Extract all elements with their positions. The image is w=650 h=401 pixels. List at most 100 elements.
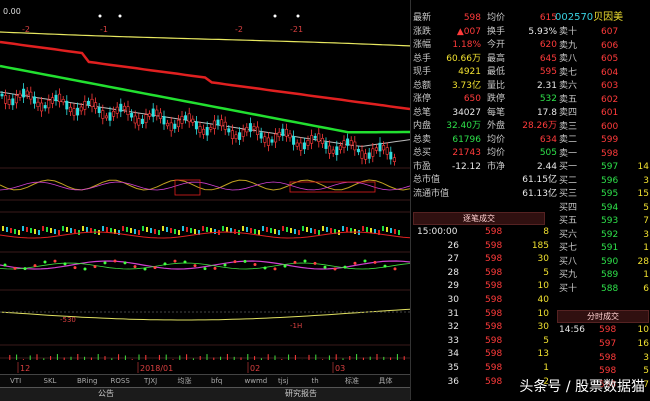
- bid-level[interactable]: 买二 596 3: [559, 175, 650, 187]
- bid-level[interactable]: 买三 595 15: [559, 188, 650, 200]
- candle-body: [220, 119, 224, 127]
- bid-level[interactable]: 买五 593 7: [559, 215, 650, 227]
- candle-body: [317, 133, 321, 142]
- indicator-bar: [154, 229, 156, 234]
- candle-body: [50, 97, 54, 104]
- ask-level[interactable]: 卖七 604: [559, 67, 650, 79]
- candle-body: [209, 127, 213, 130]
- quote-value: 598: [463, 13, 481, 23]
- quote-label: 涨停: [413, 94, 432, 104]
- candle-body: [335, 146, 339, 156]
- bid-level[interactable]: 买九 589 1: [559, 269, 650, 281]
- kline-chart[interactable]: -2 -1 -2 -210.00-530-1H12 2018/01 02 03: [0, 0, 410, 400]
- ask-level[interactable]: 卖六 603: [559, 80, 650, 92]
- candle-body: [256, 126, 260, 135]
- indicator-tab[interactable]: wwmd: [245, 376, 268, 386]
- bid-level[interactable]: 买四 594 5: [559, 202, 650, 214]
- indicator-tab[interactable]: 均涨: [178, 376, 192, 386]
- indicator-dot: [373, 260, 377, 264]
- indicator-tab[interactable]: ROSS: [111, 376, 130, 386]
- trade-price: 598: [485, 281, 503, 292]
- indicator-bar: [294, 229, 296, 234]
- indicator-bar: [126, 227, 128, 232]
- level-price: 607: [601, 27, 619, 37]
- trade-row: 34 598 13: [413, 348, 553, 360]
- indicator-tab[interactable]: BRing: [77, 376, 98, 386]
- candle-body: [382, 145, 386, 151]
- trade-price: 598: [485, 376, 503, 387]
- level-price: 598: [601, 148, 619, 159]
- indicator-bar: [186, 227, 188, 232]
- indicator-bar: [34, 229, 36, 234]
- candle-body: [324, 142, 328, 149]
- level-price: 597: [601, 162, 619, 172]
- candle-body: [392, 157, 396, 162]
- indicator-dot: [93, 265, 97, 269]
- indicator-tab[interactable]: tjsj: [278, 376, 288, 386]
- date-axis-label: 2018/01: [140, 364, 173, 373]
- indicator-tab[interactable]: VTI: [10, 376, 21, 386]
- candle-body: [205, 127, 209, 136]
- ask-level[interactable]: 卖四 601: [559, 107, 650, 119]
- indicator-tab[interactable]: SKL: [44, 376, 57, 386]
- candle-body: [198, 126, 202, 133]
- quote-label: 跌停: [487, 94, 506, 104]
- ask-level[interactable]: 卖九 606: [559, 40, 650, 52]
- trade-time: 32: [447, 322, 459, 333]
- trade-volume: 10: [637, 325, 649, 335]
- trade-price: 598: [485, 335, 503, 346]
- candle-body: [223, 121, 227, 130]
- indicator-tab[interactable]: th: [312, 376, 319, 386]
- candle-body: [101, 110, 105, 119]
- date-axis-label: 02: [250, 364, 260, 373]
- minute-trades-title[interactable]: 分时成交: [557, 310, 649, 323]
- candle-body: [166, 122, 170, 127]
- ask-level[interactable]: 卖三 600: [559, 121, 650, 133]
- tab-announcement[interactable]: 公告: [98, 389, 114, 399]
- indicator-dot: [3, 263, 7, 267]
- chart-area[interactable]: -2 -1 -2 -21 0.00 -530 -1H 12 2018/01 02 03 VTI SKL…: [0, 0, 410, 401]
- ma-line-green: [0, 64, 410, 134]
- ask-level[interactable]: 卖二 599: [559, 134, 650, 146]
- quote-label: 流通市值: [413, 188, 450, 199]
- ask-level[interactable]: 卖八 605: [559, 53, 650, 65]
- candle-body: [371, 148, 375, 157]
- candle-body: [238, 132, 242, 140]
- bid-level[interactable]: 买六 592 3: [559, 229, 650, 241]
- ask-level[interactable]: 卖五 602: [559, 94, 650, 106]
- candle-body: [302, 142, 306, 150]
- bid-level[interactable]: 买十 588 6: [559, 283, 650, 295]
- minute-trade-row: 598 3: [559, 352, 649, 364]
- candle-body: [94, 102, 98, 110]
- ask-level[interactable]: 卖一 598: [559, 148, 650, 160]
- candle-body: [54, 94, 58, 102]
- tab-research-report[interactable]: 研究报告: [285, 389, 317, 399]
- indicator-tab[interactable]: TJXJ: [144, 376, 157, 386]
- indicator-dot: [43, 260, 47, 264]
- candle-body: [97, 107, 101, 114]
- trade-price: 598: [599, 352, 617, 363]
- level-price: 593: [601, 216, 619, 226]
- indicator-tab[interactable]: 标准: [345, 376, 359, 386]
- stock-header: 002570贝因美: [555, 12, 623, 24]
- indicator-bar: [58, 230, 60, 235]
- bid-level[interactable]: 买八 590 28: [559, 256, 650, 268]
- quote-row: 涨跌 ▲007 换手 5.93%: [413, 26, 557, 38]
- candle-body: [187, 113, 191, 123]
- indicator-tab[interactable]: 具体: [379, 376, 393, 386]
- bid-level[interactable]: 买七 591 1: [559, 242, 650, 254]
- candle-body: [144, 114, 148, 123]
- indicator-tab[interactable]: bfq: [211, 376, 222, 386]
- quote-value: 4921: [458, 67, 481, 77]
- candle-body: [356, 148, 360, 153]
- ask-level[interactable]: 卖十 607: [559, 26, 650, 38]
- bid-level[interactable]: 买一 597 14: [559, 161, 650, 173]
- indicator-dot: [163, 262, 167, 266]
- indicator-bar: [14, 229, 16, 234]
- indicator-bar: [330, 228, 332, 233]
- tick-trades-title[interactable]: 逐笔成交: [413, 212, 545, 225]
- candle-body: [18, 93, 22, 98]
- quote-label: 涨跌: [413, 26, 432, 37]
- level-label: 买五: [559, 216, 578, 226]
- indicator-bar: [226, 227, 228, 232]
